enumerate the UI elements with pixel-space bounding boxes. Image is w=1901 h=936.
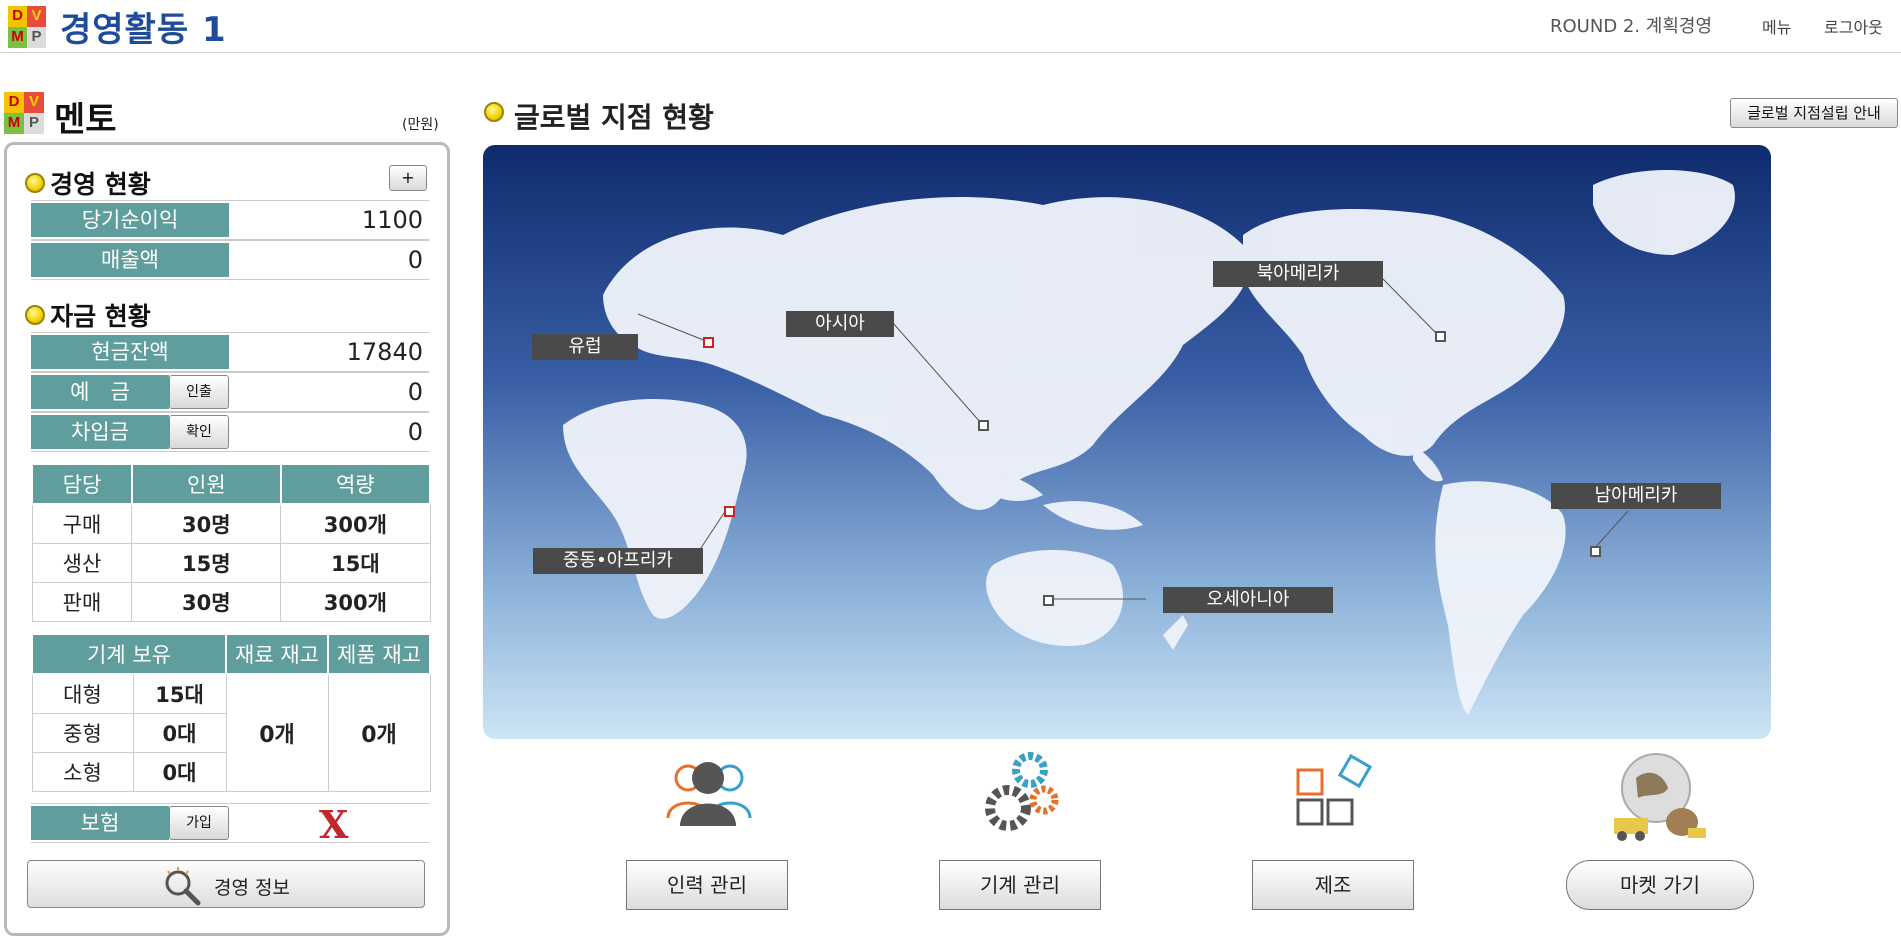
table-row: 판매 30명 300개	[31, 582, 431, 622]
staff-count: 30명	[131, 503, 282, 544]
staff-capacity: 300개	[280, 582, 431, 622]
funds-status-header: 자금 현황	[25, 297, 151, 333]
yellow-bullet-icon	[25, 305, 45, 325]
sales-value: 0	[407, 246, 423, 274]
europe-branch-point[interactable]	[703, 337, 714, 348]
funds-status-title: 자금 현황	[50, 302, 151, 331]
staff-count: 15명	[131, 543, 282, 583]
region-label-oceania[interactable]: 오세아니아	[1163, 587, 1333, 613]
deposit-value: 0	[407, 378, 423, 406]
cash-balance-label: 현금잔액	[31, 335, 229, 369]
blocks-icon[interactable]	[1288, 748, 1388, 848]
cash-balance-value: 17840	[346, 338, 423, 366]
hr-management-button[interactable]: 인력 관리	[626, 860, 788, 910]
menu-link[interactable]: 메뉴	[1762, 14, 1791, 38]
deposit-label: 예 금	[31, 375, 169, 409]
staff-header-role: 담당	[31, 463, 133, 505]
insurance-status-x-icon: X	[319, 802, 349, 847]
management-status-header: 경영 현황	[25, 165, 151, 201]
logout-link[interactable]: 로그아웃	[1824, 14, 1883, 38]
round-label: ROUND 2. 계획경영	[1550, 16, 1713, 37]
middle-east-africa-branch-point[interactable]	[724, 506, 735, 517]
machine-table: 기계 보유 재료 재고 제품 재고 대형 15대 0개 0개 중형 0대 소형 …	[31, 633, 431, 792]
management-info-label: 경영 정보	[214, 877, 290, 899]
region-label-north-america[interactable]: 북아메리카	[1213, 261, 1383, 287]
net-income-value: 1100	[361, 206, 423, 234]
app-title: 경영활동 1	[60, 10, 227, 50]
mento-title: 멘토	[54, 100, 117, 140]
machine-size: 소형	[31, 752, 134, 792]
management-status-title: 경영 현황	[50, 170, 151, 199]
sales-label: 매출액	[31, 243, 229, 277]
machine-count: 0대	[132, 752, 227, 792]
staff-role: 생산	[31, 543, 133, 583]
machine-size: 대형	[31, 673, 134, 714]
staff-header-capacity: 역량	[279, 463, 432, 505]
people-icon[interactable]	[658, 748, 758, 848]
oceania-branch-point[interactable]	[1043, 595, 1054, 606]
loan-row: 차입금 확인 0	[31, 412, 429, 452]
machine-management-button[interactable]: 기계 관리	[939, 860, 1101, 910]
loan-value: 0	[407, 418, 423, 446]
machine-header-product: 제품 재고	[327, 633, 431, 675]
table-row: 구매 30명 300개	[31, 503, 431, 544]
north-america-branch-point[interactable]	[1435, 331, 1446, 342]
confirm-button[interactable]: 확인	[169, 415, 229, 449]
staff-header-row: 담당 인원 역량	[31, 463, 432, 505]
table-row: 대형 15대 0개 0개	[31, 673, 431, 792]
machine-count: 0대	[132, 713, 227, 753]
gears-icon[interactable]	[972, 748, 1072, 848]
yellow-bullet-icon	[25, 173, 45, 193]
staff-count: 30명	[131, 582, 282, 622]
machine-count: 15대	[132, 673, 227, 714]
yellow-bullet-icon	[484, 102, 504, 122]
table-row: 생산 15명 15대	[31, 543, 431, 583]
region-connector-lines	[637, 278, 1629, 600]
insurance-label: 보험	[31, 806, 169, 840]
join-button[interactable]: 가입	[169, 806, 229, 840]
expand-button[interactable]: +	[389, 165, 427, 191]
management-info-button[interactable]: 경영 정보	[27, 860, 425, 908]
dvmp-logo: D V M P	[8, 6, 46, 48]
net-income-row: 당기순이익 1100	[31, 200, 429, 240]
global-branch-guide-button[interactable]: 글로벌 지점설립 안내	[1730, 98, 1898, 128]
world-map: 유럽 아시아 북아메리카 남아메리카 중동•아프리카 오세아니아	[483, 145, 1771, 739]
net-income-label: 당기순이익	[31, 203, 229, 237]
go-market-button[interactable]: 마켓 가기	[1566, 860, 1754, 910]
region-label-middle-east-africa[interactable]: 중동•아프리카	[533, 548, 703, 574]
top-bar: D V M P 경영활동 1 ROUND 2. 계획경영 메뉴 로그아웃	[0, 0, 1901, 53]
magnifier-icon	[165, 867, 201, 906]
material-stock-value: 0개	[225, 673, 329, 792]
mento-logo: D V M P	[4, 92, 44, 134]
staff-header-count: 인원	[130, 463, 282, 505]
unit-label: (만원)	[402, 117, 439, 133]
withdraw-button[interactable]: 인출	[169, 375, 229, 409]
south-america-branch-point[interactable]	[1590, 546, 1601, 557]
staff-table: 담당 인원 역량 구매 30명 300개 생산 15명 15대 판매 30명 3…	[31, 463, 432, 622]
region-label-south-america[interactable]: 남아메리카	[1551, 483, 1721, 509]
machine-header-material: 재료 재고	[225, 633, 329, 675]
machine-size: 중형	[31, 713, 134, 753]
staff-role: 판매	[31, 582, 133, 622]
staff-capacity: 15대	[280, 543, 431, 583]
staff-role: 구매	[31, 503, 133, 544]
staff-capacity: 300개	[280, 503, 431, 544]
region-label-europe[interactable]: 유럽	[532, 334, 638, 360]
machine-header-owned: 기계 보유	[31, 633, 227, 675]
asia-branch-point[interactable]	[978, 420, 989, 431]
mento-panel: 경영 현황 + 당기순이익 1100 매출액 0 자금 현황 현금잔액 1784…	[4, 142, 450, 936]
deposit-row: 예 금 인출 0	[31, 372, 429, 412]
product-stock-value: 0개	[327, 673, 431, 792]
globe-trade-icon[interactable]	[1608, 748, 1708, 848]
machine-header-row: 기계 보유 재료 재고 제품 재고	[31, 633, 431, 675]
global-bullet	[484, 102, 504, 126]
global-branch-title: 글로벌 지점 현황	[514, 101, 714, 134]
manufacturing-button[interactable]: 제조	[1252, 860, 1414, 910]
insurance-row: 보험 가입 X	[31, 802, 429, 847]
cash-balance-row: 현금잔액 17840	[31, 332, 429, 372]
region-label-asia[interactable]: 아시아	[786, 311, 894, 337]
sales-row: 매출액 0	[31, 240, 429, 280]
loan-label: 차입금	[31, 415, 169, 449]
